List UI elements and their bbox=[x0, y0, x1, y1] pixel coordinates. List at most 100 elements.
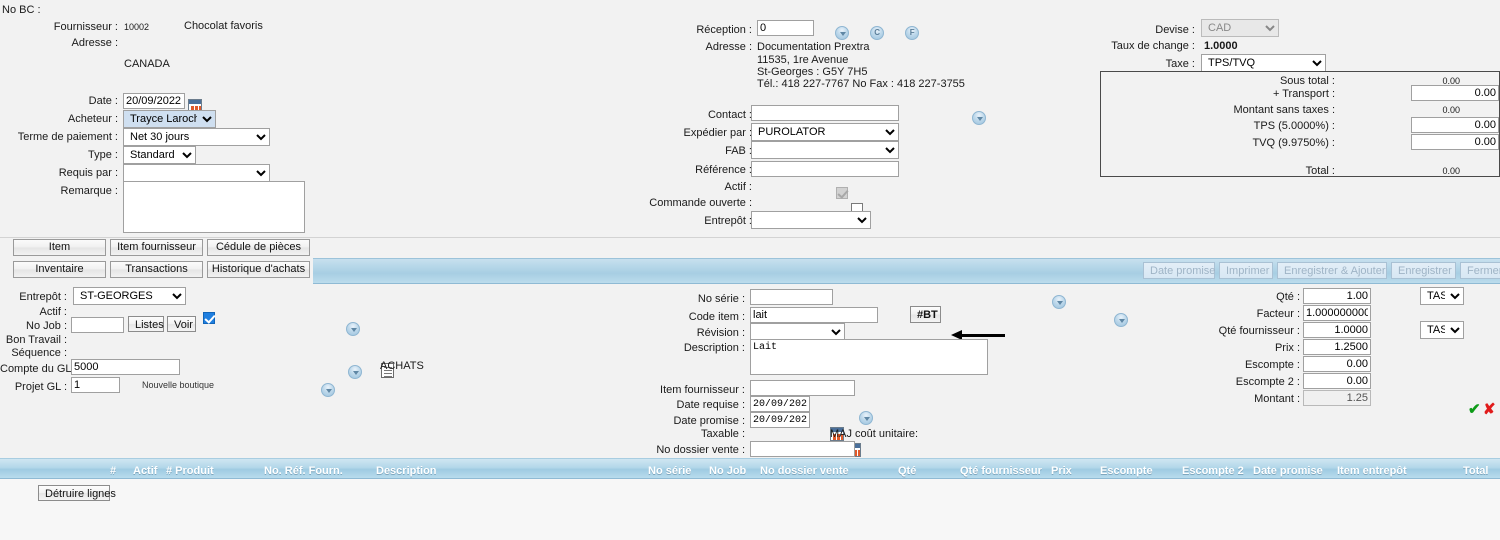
type-label: Type : bbox=[88, 149, 118, 161]
cancel-line-icon[interactable]: ✘ bbox=[1483, 400, 1496, 418]
code-item-input[interactable] bbox=[750, 307, 878, 323]
code-item-chevron-down-icon[interactable] bbox=[1113, 313, 1128, 328]
detruire-lignes-button-top[interactable]: Détruire lignes bbox=[38, 485, 116, 501]
expedier-par-select[interactable]: PUROLATOR bbox=[751, 123, 899, 141]
no-job-chevron-down-icon[interactable] bbox=[345, 322, 360, 337]
grid-column-header[interactable]: Item entrepôt bbox=[1337, 465, 1407, 477]
bon-travail-label: Bon Travail : bbox=[5, 334, 67, 346]
reception-input[interactable] bbox=[757, 20, 814, 36]
item-fournisseur-chevron-down-icon[interactable] bbox=[859, 410, 873, 425]
remarque-textarea[interactable] bbox=[123, 181, 305, 233]
grid-column-header[interactable]: Escompte 2 bbox=[1182, 465, 1244, 477]
facteur-input[interactable] bbox=[1303, 305, 1371, 321]
compte-gl-chevron-down-icon[interactable] bbox=[347, 365, 362, 380]
accept-line-icon[interactable]: ✔ bbox=[1468, 400, 1481, 418]
projet-gl-input[interactable] bbox=[71, 377, 120, 393]
grid-column-header[interactable]: Qté bbox=[898, 465, 916, 477]
tab-item-fournisseur[interactable]: Item fournisseur bbox=[110, 239, 203, 256]
grid-column-header[interactable]: Escompte bbox=[1100, 465, 1153, 477]
reception-label: Réception : bbox=[696, 24, 752, 36]
tab-historique-achats[interactable]: Historique d'achats bbox=[207, 261, 310, 278]
type-select[interactable]: Standard bbox=[123, 146, 196, 164]
grid-column-header[interactable]: Total bbox=[1463, 465, 1488, 477]
imprimer-button[interactable]: Imprimer bbox=[1219, 262, 1273, 279]
projet-gl-chevron-down-icon[interactable] bbox=[320, 383, 335, 398]
tps-input[interactable] bbox=[1411, 117, 1499, 133]
montant-label: Montant : bbox=[1254, 393, 1300, 405]
no-job-input[interactable] bbox=[71, 317, 124, 333]
compte-gl-input[interactable] bbox=[71, 359, 180, 375]
acheteur-select[interactable]: Trayce Larochelle bbox=[123, 110, 216, 128]
fab-label: FAB : bbox=[725, 145, 752, 157]
escompte2-input[interactable] bbox=[1303, 373, 1371, 389]
no-bc-label: No BC : bbox=[2, 4, 41, 16]
qte-input[interactable] bbox=[1303, 288, 1371, 304]
fab-select[interactable] bbox=[751, 141, 899, 159]
requis-par-label: Requis par : bbox=[58, 167, 118, 179]
contact-label: Contact : bbox=[707, 109, 752, 121]
terme-paiement-select[interactable]: Net 30 jours bbox=[123, 128, 270, 146]
date-promise-input[interactable] bbox=[750, 412, 810, 428]
date-requise-input[interactable] bbox=[750, 396, 810, 412]
no-serie-chevron-down-icon[interactable] bbox=[1051, 295, 1066, 310]
tvq-label: TVQ (9.9750%) : bbox=[1252, 137, 1335, 149]
grid-column-header[interactable]: No. Réf. Fourn. bbox=[264, 465, 343, 477]
grid-column-header[interactable]: No Job bbox=[709, 465, 746, 477]
description-textarea[interactable]: Lait bbox=[750, 339, 988, 375]
chevron-down-icon[interactable] bbox=[835, 26, 850, 41]
date-input[interactable] bbox=[123, 93, 185, 109]
grid-column-header[interactable]: # Produit bbox=[166, 465, 214, 477]
grid-column-header[interactable]: # bbox=[110, 465, 116, 477]
qte-fournisseur-unit-select[interactable]: TAS bbox=[1420, 321, 1464, 339]
tvq-input[interactable] bbox=[1411, 134, 1499, 150]
qte-label: Qté : bbox=[1276, 291, 1300, 303]
grid-column-header[interactable]: No dossier vente bbox=[760, 465, 849, 477]
contact-chevron-down-icon[interactable] bbox=[972, 111, 987, 126]
grid-column-header[interactable]: Qté fournisseur bbox=[960, 465, 1042, 477]
tab-cedule-de-pieces[interactable]: Cédule de pièces bbox=[207, 239, 310, 256]
grid-column-header[interactable]: Date promise bbox=[1253, 465, 1323, 477]
actif-header-label: Actif : bbox=[724, 181, 752, 193]
transport-input[interactable] bbox=[1411, 85, 1499, 101]
no-serie-input[interactable] bbox=[750, 289, 833, 305]
tab-transactions[interactable]: Transactions bbox=[110, 261, 203, 278]
enregistrer-button[interactable]: Enregistrer bbox=[1391, 262, 1456, 279]
taux-de-change-value: 1.0000 bbox=[1204, 40, 1238, 52]
taxe-select[interactable]: TPS/TVQ bbox=[1201, 54, 1326, 72]
grid-column-header[interactable]: No série bbox=[648, 465, 691, 477]
grid-column-header[interactable]: Description bbox=[376, 465, 437, 477]
reception-adresse-line2: 11535, 1re Avenue bbox=[757, 54, 849, 66]
detail-actif-label: Actif : bbox=[39, 306, 67, 318]
copy-c-icon[interactable]: C bbox=[870, 26, 885, 41]
total-value: 0.00 bbox=[1442, 166, 1460, 176]
detail-actif-checkbox[interactable] bbox=[202, 312, 215, 325]
listes-button[interactable]: Listes bbox=[128, 316, 164, 332]
voir-button[interactable]: Voir bbox=[167, 316, 196, 332]
tab-inventaire[interactable]: Inventaire bbox=[13, 261, 106, 278]
tab-item[interactable]: Item bbox=[13, 239, 106, 256]
requis-par-select[interactable] bbox=[123, 164, 270, 182]
detail-entrepot-select[interactable]: ST-GEORGES bbox=[73, 287, 186, 305]
qte-fournisseur-input[interactable] bbox=[1303, 322, 1371, 338]
no-dossier-vente-input[interactable] bbox=[750, 441, 855, 457]
grid-column-header[interactable]: Actif bbox=[133, 465, 157, 477]
expedier-label: Expédier par : bbox=[683, 127, 752, 139]
grid-column-header[interactable]: Prix bbox=[1051, 465, 1072, 477]
entrepot-header-select[interactable] bbox=[751, 211, 871, 229]
date-promise-button[interactable]: Date promise bbox=[1143, 262, 1215, 279]
prix-input[interactable] bbox=[1303, 339, 1371, 355]
item-fournisseur-input[interactable] bbox=[750, 380, 855, 396]
description-label: Description : bbox=[683, 342, 745, 354]
contact-input[interactable] bbox=[751, 105, 899, 121]
qte-unit-select[interactable]: TAS bbox=[1420, 287, 1464, 305]
escompte-input[interactable] bbox=[1303, 356, 1371, 372]
reference-label: Référence : bbox=[695, 164, 752, 176]
reference-input[interactable] bbox=[751, 161, 899, 177]
bt-button[interactable]: #BT bbox=[910, 306, 941, 323]
fermer-button[interactable]: Fermer bbox=[1460, 262, 1500, 279]
entrepot-header-label: Entrepôt : bbox=[704, 215, 752, 227]
devise-label: Devise : bbox=[1155, 24, 1195, 36]
enregistrer-ajouter-button[interactable]: Enregistrer & Ajouter bbox=[1277, 262, 1387, 279]
find-f-icon[interactable]: F bbox=[905, 26, 920, 41]
sequence-label: Séquence : bbox=[11, 347, 67, 359]
